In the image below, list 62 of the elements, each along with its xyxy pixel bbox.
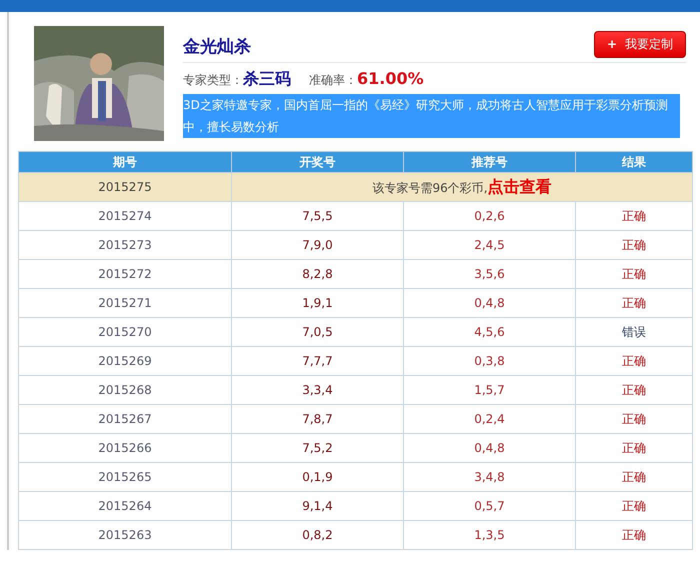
table-cell: 0,4,8	[404, 434, 576, 462]
price-notice: 该专家号需96个彩币,	[372, 180, 488, 194]
accuracy-label: 准确率：	[309, 72, 357, 89]
table-cell: 0,3,8	[404, 346, 576, 376]
table-cell: 3,5,6	[404, 260, 576, 288]
expert-type: 杀三码	[243, 69, 291, 90]
table-cell: 7,5,2	[232, 434, 404, 462]
table-cell: 1,9,1	[232, 288, 404, 318]
table-cell: 正确	[576, 492, 692, 520]
table-cell: 0,2,6	[404, 202, 576, 230]
table-cell: 2015263	[18, 520, 232, 550]
table-cell: 0,5,7	[404, 492, 576, 520]
table-cell: 正确	[576, 376, 692, 404]
table-cell: 2015272	[18, 260, 232, 288]
table-cell: 4,5,6	[404, 318, 576, 346]
table-cell: 正确	[576, 288, 692, 318]
type-label: 专家类型：	[183, 73, 243, 89]
table-cell: 正确	[576, 404, 692, 434]
table-cell: 正确	[576, 202, 692, 230]
table-cell: 正确	[576, 230, 692, 260]
expert-description: 3D之家特邀专家，国内首屈一指的《易经》研究大师，成功将古人智慧应用于彩票分析预测中，擅长易数分析	[183, 94, 680, 138]
table-cell: 2015264	[18, 492, 232, 520]
table-cell: 7,0,5	[232, 318, 404, 346]
table-cell: 0,2,4	[404, 404, 576, 434]
table-cell: 2015266	[18, 434, 232, 462]
table-cell: 7,5,5	[232, 202, 404, 230]
table-cell: 7,7,7	[232, 346, 404, 376]
table-cell: 1,3,5	[404, 520, 576, 550]
table-cell: 2015270	[18, 318, 232, 346]
table-cell: 0,8,2	[232, 520, 404, 550]
table-cell: 1,5,7	[404, 376, 576, 404]
table-cell: 2015275	[18, 172, 232, 202]
table-cell: 9,1,4	[232, 492, 404, 520]
column-header: 开奖号	[232, 152, 404, 172]
table-cell: 正确	[576, 462, 692, 492]
table-cell: 2015265	[18, 462, 232, 492]
table-cell: 0,4,8	[404, 288, 576, 318]
table-cell: 2,4,5	[404, 230, 576, 260]
table-cell: 2015273	[18, 230, 232, 260]
table-cell: 7,9,0	[232, 230, 404, 260]
table-cell: 3,4,8	[404, 462, 576, 492]
accuracy-value: 61.00%	[357, 69, 424, 88]
table-cell: 0,1,9	[232, 462, 404, 492]
table-cell: 3,3,4	[232, 376, 404, 404]
table-cell: 2015267	[18, 404, 232, 434]
view-link[interactable]: 点击查看	[488, 176, 552, 196]
column-header: 期号	[18, 152, 232, 172]
expert-name: 金光灿杀	[183, 36, 251, 58]
table-cell: 2015269	[18, 346, 232, 376]
table-cell: 2015274	[18, 202, 232, 230]
table-cell: 正确	[576, 346, 692, 376]
table-cell: 2015268	[18, 376, 232, 404]
table-cell: 正确	[576, 260, 692, 288]
customize-button[interactable]: + 我要定制	[594, 30, 686, 58]
table-cell: 7,8,7	[232, 404, 404, 434]
table-cell: 2015271	[18, 288, 232, 318]
table-cell: 8,2,8	[232, 260, 404, 288]
table-cell: 正确	[576, 520, 692, 550]
table-cell: 正确	[576, 434, 692, 462]
column-header: 结果	[576, 152, 692, 172]
column-header: 推荐号	[404, 152, 576, 172]
table-cell: 错误	[576, 318, 692, 346]
